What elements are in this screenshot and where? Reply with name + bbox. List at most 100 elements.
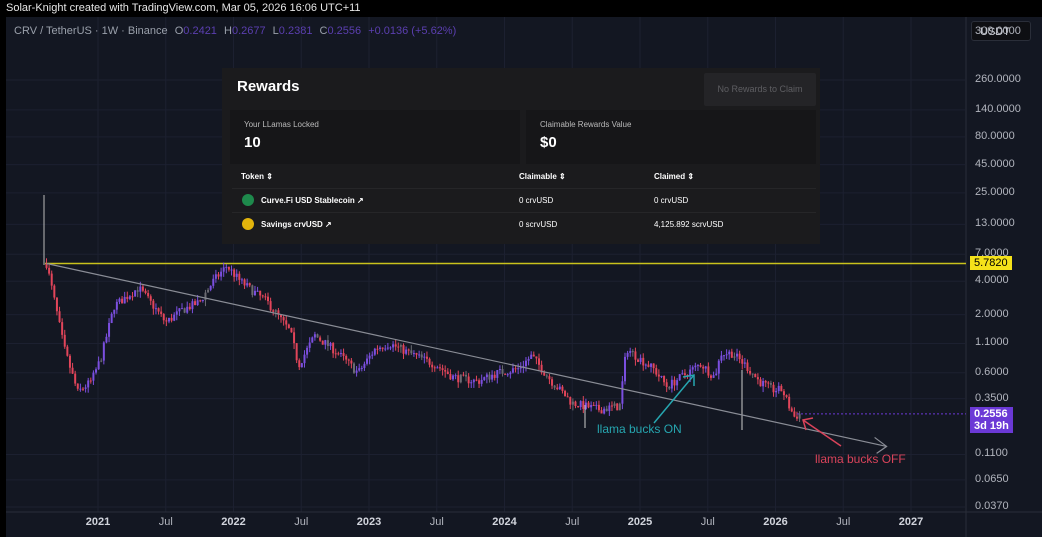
column-claimed[interactable]: Claimed ⇕ — [654, 172, 694, 181]
candle-body — [452, 375, 455, 380]
token-link[interactable]: Curve.Fi USD Stablecoin ↗ — [261, 196, 364, 205]
candle-body — [790, 408, 793, 412]
candle-body — [712, 375, 715, 378]
candle-body — [470, 382, 473, 384]
scrvusd-token-icon — [242, 218, 254, 230]
llamas-locked-label: Your LLamas Locked — [244, 120, 319, 129]
annotation-llama-on[interactable]: llama bucks ON — [597, 422, 682, 436]
candle-body — [110, 313, 113, 324]
candle-body — [704, 366, 707, 369]
candle-body — [207, 289, 210, 293]
candle-body — [191, 301, 194, 310]
price-axis-label: 25.0000 — [975, 185, 1015, 198]
candle-body — [334, 353, 337, 355]
candle-body — [342, 353, 345, 356]
candle-body — [199, 300, 202, 302]
candle-body — [402, 345, 405, 354]
candle-body — [431, 364, 434, 368]
candle-body — [144, 290, 147, 294]
candle-body — [360, 367, 363, 369]
candle-body — [595, 404, 598, 406]
price-axis-label: 80.0000 — [975, 129, 1015, 142]
candle-body — [566, 396, 569, 398]
high-label: H — [224, 25, 232, 37]
candle-body — [707, 366, 710, 376]
candle-body — [691, 367, 694, 370]
candle-body — [571, 401, 574, 405]
table-row: Savings crvUSD ↗ 0 scrvUSD 4,125.892 scr… — [232, 213, 816, 236]
candle-body — [63, 334, 66, 347]
candle-body — [485, 374, 488, 378]
candle-body — [553, 385, 556, 388]
candle-body — [694, 365, 697, 368]
candle-body — [212, 278, 215, 286]
open-label: O — [174, 25, 184, 37]
candle-body — [113, 309, 116, 314]
candle-body — [730, 351, 733, 358]
crvusd-token-icon — [242, 194, 254, 206]
time-axis-label: 2027 — [898, 516, 924, 528]
column-claimable[interactable]: Claimable ⇕ — [519, 172, 566, 181]
candle-body — [319, 337, 322, 341]
candle-body — [683, 373, 686, 375]
candle-body — [488, 374, 491, 380]
candle-body — [655, 368, 658, 375]
time-axis-label: 2025 — [627, 516, 653, 528]
candle-body — [303, 354, 306, 364]
candle-body — [491, 374, 494, 380]
annotation-llama-off[interactable]: llama bucks OFF — [815, 452, 906, 466]
candle-body — [87, 380, 90, 388]
candle-body — [386, 347, 389, 349]
time-axis-label: 2022 — [221, 516, 246, 528]
candle-body — [337, 353, 340, 355]
candle-body — [743, 362, 746, 364]
candle-body — [358, 368, 361, 371]
candle-body — [105, 336, 108, 343]
price-axis-label: 2.0000 — [975, 307, 1009, 320]
candle-body — [420, 354, 423, 358]
price-axis-label: 0.1100 — [975, 447, 1008, 460]
claimable-value-stat: Claimable Rewards Value $0 — [526, 110, 816, 164]
candle-body — [605, 408, 608, 412]
candle-body — [95, 369, 98, 373]
candle-body — [311, 337, 314, 343]
candle-body — [300, 363, 303, 368]
candle-body — [204, 292, 207, 301]
candle-body — [532, 354, 535, 357]
candle-body — [308, 342, 311, 348]
symbol-name[interactable]: CRV / TetherUS · 1W · Binance — [14, 25, 168, 37]
candle-body — [600, 410, 603, 414]
candle-body — [637, 359, 640, 362]
candle-body — [152, 300, 155, 309]
close-value: 0.2556 — [327, 25, 362, 37]
candle-body — [293, 332, 296, 344]
claim-rewards-button[interactable]: No Rewards to Claim — [704, 73, 816, 106]
candle-body — [610, 405, 613, 407]
candle-body — [389, 347, 392, 349]
candle-body — [728, 351, 731, 355]
candle-body — [259, 290, 262, 296]
candle-body — [225, 266, 228, 268]
candle-body — [749, 371, 752, 374]
candle-body — [121, 298, 124, 304]
candle-body — [415, 353, 418, 355]
candle-body — [524, 360, 527, 367]
candle-body — [324, 340, 327, 345]
candle-body — [84, 387, 87, 389]
candle-body — [668, 386, 671, 389]
high-value: 0.2677 — [231, 25, 266, 37]
candle-body — [321, 340, 324, 345]
candle-body — [53, 285, 56, 298]
candle-body — [556, 387, 559, 390]
candle-body — [501, 369, 504, 374]
candle-body — [285, 320, 288, 325]
candle-body — [227, 266, 230, 270]
trendline — [46, 262, 887, 448]
token-link[interactable]: Savings crvUSD ↗ — [261, 220, 332, 229]
candle-body — [579, 401, 582, 408]
candle-body — [373, 348, 376, 355]
candle-body — [89, 380, 92, 382]
candle-body — [788, 396, 791, 409]
candle-body — [230, 269, 233, 271]
column-token[interactable]: Token ⇕ — [241, 172, 273, 181]
